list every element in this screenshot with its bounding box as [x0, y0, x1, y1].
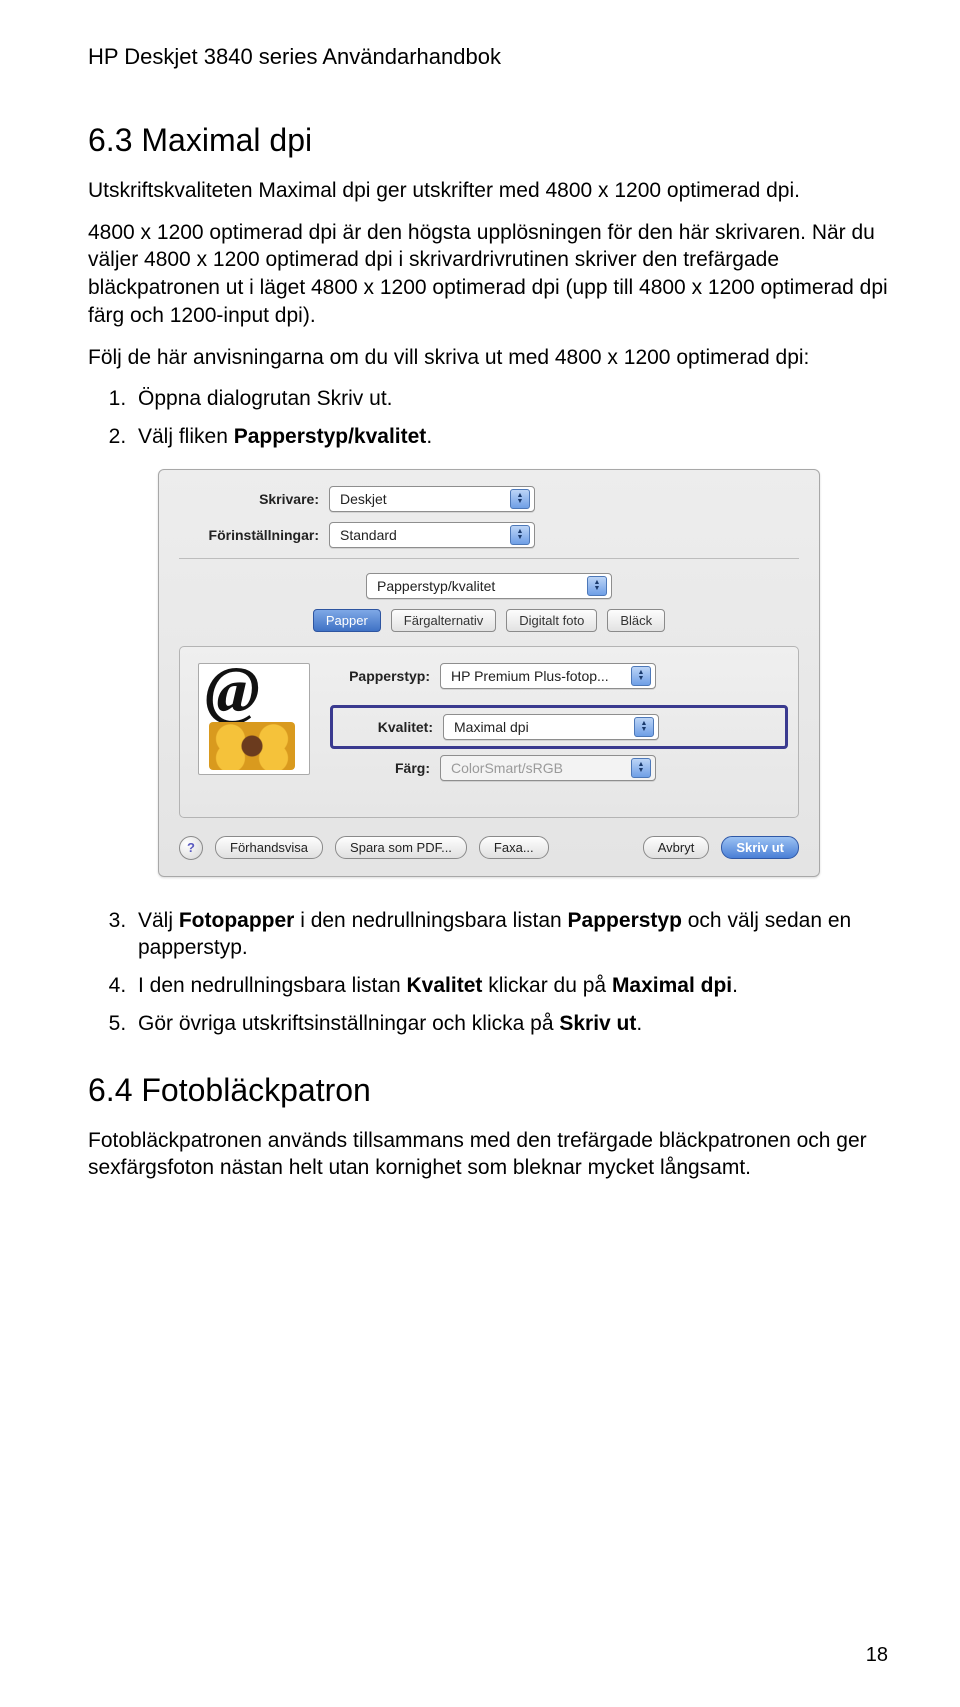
- kvalitet-highlight: Kvalitet: Maximal dpi ▲▼: [330, 705, 788, 749]
- chevron-updown-icon: ▲▼: [631, 666, 651, 686]
- steps-list-2: Välj Fotopapper i den nedrullningsbara l…: [88, 907, 890, 1038]
- print-dialog-figure: Skrivare: Deskjet ▲▼ Förinställningar: S…: [88, 469, 890, 877]
- farg-value: ColorSmart/sRGB: [451, 760, 563, 776]
- step-2-text-a: Välj fliken: [138, 425, 234, 448]
- farg-label: Färg:: [334, 760, 440, 776]
- tab-digitalt-foto[interactable]: Digitalt foto: [506, 609, 597, 632]
- section-6-3-p2: 4800 x 1200 optimerad dpi är den högsta …: [88, 219, 890, 330]
- step-4-text-c: klickar du på: [482, 974, 612, 997]
- pane-value: Papperstyp/kvalitet: [377, 578, 495, 594]
- pane-row: Papperstyp/kvalitet ▲▼: [179, 573, 799, 599]
- paper-panel: @ Papperstyp: HP Premium Plus-fotop... ▲…: [179, 646, 799, 818]
- kvalitet-popup[interactable]: Maximal dpi ▲▼: [443, 714, 659, 740]
- pane-popup[interactable]: Papperstyp/kvalitet ▲▼: [366, 573, 612, 599]
- cancel-button[interactable]: Avbryt: [643, 836, 710, 859]
- section-6-4-p1: Fotobläckpatronen används tillsammans me…: [88, 1127, 890, 1182]
- at-sign-icon: @: [205, 663, 260, 724]
- preset-row: Förinställningar: Standard ▲▼: [179, 522, 799, 548]
- step-4-text-b: Kvalitet: [407, 974, 483, 997]
- page-number: 18: [866, 1644, 888, 1667]
- fax-button[interactable]: Faxa...: [479, 836, 549, 859]
- step-5: Gör övriga utskriftsinställningar och kl…: [132, 1010, 890, 1038]
- step-1-text-c: .: [387, 387, 393, 410]
- step-4-text-a: I den nedrullningsbara listan: [138, 974, 407, 997]
- section-6-4-title: 6.4 Fotobläckpatron: [88, 1072, 890, 1109]
- step-2-text-c: .: [426, 425, 432, 448]
- chevron-updown-icon: ▲▼: [587, 576, 607, 596]
- papperstyp-row: Papperstyp: HP Premium Plus-fotop... ▲▼: [334, 663, 780, 689]
- printer-label: Skrivare:: [179, 491, 329, 507]
- step-1-text-b: Skriv ut: [317, 387, 387, 410]
- step-4-text-e: .: [732, 974, 738, 997]
- print-button[interactable]: Skriv ut: [721, 836, 799, 859]
- chevron-updown-icon: ▲▼: [634, 717, 654, 737]
- farg-row: Färg: ColorSmart/sRGB ▲▼: [334, 755, 780, 781]
- help-icon[interactable]: ?: [179, 836, 203, 860]
- papperstyp-value: HP Premium Plus-fotop...: [451, 668, 609, 684]
- tab-papper[interactable]: Papper: [313, 609, 381, 632]
- kvalitet-value: Maximal dpi: [454, 719, 529, 735]
- step-1-text-a: Öppna dialogrutan: [138, 387, 317, 410]
- save-pdf-button[interactable]: Spara som PDF...: [335, 836, 467, 859]
- farg-popup[interactable]: ColorSmart/sRGB ▲▼: [440, 755, 656, 781]
- step-2-text-b: Papperstyp/kvalitet: [234, 425, 427, 448]
- chevron-updown-icon: ▲▼: [631, 758, 651, 778]
- section-6-3-p1: Utskriftskvaliteten Maximal dpi ger utsk…: [88, 177, 890, 205]
- printer-row: Skrivare: Deskjet ▲▼: [179, 486, 799, 512]
- section-6-3-p3: Följ de här anvisningarna om du vill skr…: [88, 344, 890, 372]
- step-4: I den nedrullningsbara listan Kvalitet k…: [132, 972, 890, 1000]
- tab-bar: Papper Färgalternativ Digitalt foto Bläc…: [179, 609, 799, 632]
- dialog-button-bar: ? Förhandsvisa Spara som PDF... Faxa... …: [179, 836, 799, 860]
- step-3-text-a: Välj: [138, 909, 179, 932]
- chevron-updown-icon: ▲▼: [510, 489, 530, 509]
- step-5-text-b: Skriv ut: [559, 1012, 636, 1035]
- chevron-updown-icon: ▲▼: [510, 525, 530, 545]
- step-3-text-b: Fotopapper: [179, 909, 295, 932]
- document-header: HP Deskjet 3840 series Användarhandbok: [88, 44, 890, 70]
- step-2: Välj fliken Papperstyp/kvalitet.: [132, 423, 890, 451]
- papperstyp-popup[interactable]: HP Premium Plus-fotop... ▲▼: [440, 663, 656, 689]
- papperstyp-label: Papperstyp:: [334, 668, 440, 684]
- tab-fargalternativ[interactable]: Färgalternativ: [391, 609, 496, 632]
- steps-list-1: Öppna dialogrutan Skriv ut. Välj fliken …: [88, 385, 890, 450]
- print-dialog: Skrivare: Deskjet ▲▼ Förinställningar: S…: [158, 469, 820, 877]
- tab-black[interactable]: Bläck: [607, 609, 665, 632]
- preset-value: Standard: [340, 527, 397, 543]
- step-5-text-a: Gör övriga utskriftsinställningar och kl…: [138, 1012, 559, 1035]
- section-6-3-title: 6.3 Maximal dpi: [88, 122, 890, 159]
- step-3-text-c: i den nedrullningsbara listan: [294, 909, 567, 932]
- step-3-text-d: Papperstyp: [568, 909, 682, 932]
- kvalitet-label: Kvalitet:: [337, 719, 443, 735]
- printer-value: Deskjet: [340, 491, 387, 507]
- step-3: Välj Fotopapper i den nedrullningsbara l…: [132, 907, 890, 962]
- flower-icon: [209, 722, 295, 770]
- step-5-text-c: .: [636, 1012, 642, 1035]
- divider: [179, 558, 799, 559]
- preview-thumbnail: @: [198, 663, 310, 775]
- preset-popup[interactable]: Standard ▲▼: [329, 522, 535, 548]
- step-4-text-d: Maximal dpi: [612, 974, 732, 997]
- preset-label: Förinställningar:: [179, 527, 329, 543]
- step-1: Öppna dialogrutan Skriv ut.: [132, 385, 890, 413]
- preview-button[interactable]: Förhandsvisa: [215, 836, 323, 859]
- printer-popup[interactable]: Deskjet ▲▼: [329, 486, 535, 512]
